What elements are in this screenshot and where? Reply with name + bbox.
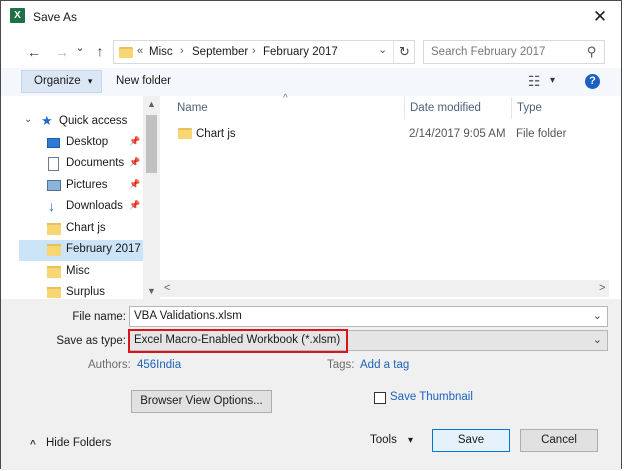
- tools-button[interactable]: Tools: [370, 434, 397, 446]
- sidebar-scroll-thumb[interactable]: [146, 115, 157, 173]
- sort-ascending-icon: ^: [283, 93, 288, 104]
- scroll-right-icon[interactable]: >: [599, 282, 605, 294]
- pin-icon: 📌: [129, 179, 141, 189]
- file-name-cell: Chart js: [196, 128, 236, 140]
- change-view-icon[interactable]: ☷: [528, 73, 541, 90]
- sidebar-item-desktop[interactable]: Desktop 📌: [19, 133, 143, 154]
- excel-app-icon: X: [10, 8, 25, 23]
- file-name-label: File name:: [72, 311, 126, 323]
- expand-chevron-icon[interactable]: ⌄: [24, 114, 32, 125]
- sidebar-item-label: February 2017: [66, 243, 141, 255]
- column-divider[interactable]: [404, 97, 405, 119]
- column-header-type[interactable]: Type: [517, 102, 542, 114]
- organize-label: Organize: [34, 75, 81, 87]
- sidebar-item-february-2017[interactable]: February 2017: [19, 240, 143, 261]
- breadcrumb-overflow-icon[interactable]: «: [137, 45, 143, 57]
- breadcrumb-separator-icon[interactable]: ›: [252, 45, 256, 57]
- close-icon[interactable]: ✕: [589, 6, 611, 28]
- address-bar[interactable]: « Misc › September › February 2017 ⌄ ↻: [113, 40, 415, 64]
- save-as-type-label: Save as type:: [56, 335, 126, 347]
- help-icon[interactable]: ?: [585, 74, 600, 89]
- sidebar-item-surplus[interactable]: Surplus: [19, 283, 143, 298]
- column-divider[interactable]: [511, 97, 512, 119]
- folder-icon: [47, 223, 61, 235]
- back-arrow-icon[interactable]: ←: [25, 44, 43, 60]
- sidebar-item-label: Desktop: [66, 136, 109, 148]
- pin-icon: 📌: [129, 136, 141, 146]
- sidebar-item-label: Downloads: [66, 200, 123, 212]
- sidebar-item-label: Documents: [66, 157, 125, 169]
- highlight-annotation-box: [128, 329, 348, 353]
- pin-icon: 📌: [129, 157, 141, 167]
- organize-button[interactable]: Organize ▾: [21, 70, 102, 93]
- sidebar-item-chart-js[interactable]: Chart js: [19, 219, 143, 240]
- file-list-edge: [609, 96, 621, 299]
- add-tag-link[interactable]: Add a tag: [360, 359, 409, 371]
- column-header-date-modified[interactable]: Date modified: [410, 102, 481, 114]
- folder-icon: [47, 287, 61, 298]
- sidebar-item-quick-access[interactable]: Quick access: [59, 115, 127, 127]
- cancel-button[interactable]: Cancel: [520, 429, 598, 452]
- tools-dropdown-icon[interactable]: ▾: [408, 435, 413, 446]
- new-folder-button[interactable]: New folder: [116, 75, 171, 87]
- sidebar-item-label: Surplus: [66, 286, 105, 298]
- title-bar: X Save As ✕: [1, 1, 621, 33]
- sidebar-item-label: Misc: [66, 265, 90, 277]
- desktop-icon: [47, 138, 60, 148]
- file-name-value: VBA Validations.xlsm: [134, 310, 242, 322]
- scroll-left-icon[interactable]: <: [164, 282, 170, 294]
- quick-access-star-icon: ★: [41, 113, 53, 128]
- pictures-icon: [47, 180, 61, 191]
- file-date-cell: 2/14/2017 9:05 AM: [409, 128, 506, 140]
- view-dropdown-icon[interactable]: ▾: [550, 75, 555, 86]
- folder-icon: [119, 47, 133, 58]
- chevron-up-icon[interactable]: ^: [30, 439, 36, 450]
- file-type-cell: File folder: [516, 128, 567, 140]
- refresh-icon[interactable]: ↻: [393, 41, 415, 63]
- scroll-down-icon[interactable]: ▼: [147, 286, 156, 296]
- sidebar-item-label: Chart js: [66, 222, 106, 234]
- authors-label: Authors:: [88, 359, 131, 371]
- save-button[interactable]: Save: [432, 429, 510, 452]
- file-name-input[interactable]: VBA Validations.xlsm ⌄: [129, 306, 608, 327]
- chevron-down-icon: ▾: [87, 76, 93, 86]
- pin-icon: 📌: [129, 200, 141, 210]
- sidebar-item-documents[interactable]: Documents 📌: [19, 154, 143, 175]
- file-list-horizontal-scrollbar[interactable]: [160, 280, 609, 297]
- browser-view-options-button[interactable]: Browser View Options...: [131, 390, 272, 413]
- sidebar-item-label: Pictures: [66, 179, 108, 191]
- search-icon[interactable]: ⚲: [587, 44, 597, 60]
- recent-locations-icon[interactable]: ⌄: [71, 41, 89, 54]
- folder-icon: [178, 128, 192, 139]
- sidebar-item-misc[interactable]: Misc: [19, 262, 143, 283]
- forward-arrow-icon[interactable]: →: [53, 44, 71, 60]
- tags-label: Tags:: [327, 359, 355, 371]
- breadcrumb-september[interactable]: September: [192, 46, 248, 58]
- file-name-dropdown-icon[interactable]: ⌄: [593, 307, 602, 326]
- address-dropdown-icon[interactable]: ⌄: [378, 43, 387, 56]
- documents-icon: [48, 157, 59, 171]
- folder-icon: [47, 266, 61, 278]
- save-thumbnail-checkbox[interactable]: [374, 392, 386, 404]
- file-row[interactable]: Chart js 2/14/2017 9:05 AM File folder: [171, 123, 609, 144]
- sidebar-item-pictures[interactable]: Pictures 📌: [19, 176, 143, 197]
- folder-icon: [47, 244, 61, 256]
- up-folder-icon[interactable]: ↑: [91, 43, 109, 59]
- authors-value[interactable]: 456India: [137, 359, 181, 371]
- column-header-name[interactable]: Name: [177, 102, 208, 114]
- sidebar-item-downloads[interactable]: ↓ Downloads 📌: [19, 197, 143, 218]
- breadcrumb-february-2017[interactable]: February 2017: [263, 46, 338, 58]
- search-input[interactable]: Search February 2017: [431, 46, 545, 58]
- dialog-title: Save As: [33, 10, 78, 24]
- downloads-icon: ↓: [48, 198, 55, 214]
- breadcrumb-misc[interactable]: Misc: [149, 46, 173, 58]
- scroll-up-icon[interactable]: ▲: [147, 99, 156, 109]
- save-as-type-dropdown-icon[interactable]: ⌄: [593, 331, 602, 350]
- search-box[interactable]: Search February 2017 ⚲: [423, 40, 605, 64]
- save-thumbnail-label[interactable]: Save Thumbnail: [390, 391, 473, 403]
- hide-folders-button[interactable]: Hide Folders: [46, 437, 111, 449]
- breadcrumb-separator-icon[interactable]: ›: [180, 45, 184, 57]
- save-as-dialog: X Save As ✕ ← → ⌄ ↑ « Misc › September ›…: [0, 0, 622, 470]
